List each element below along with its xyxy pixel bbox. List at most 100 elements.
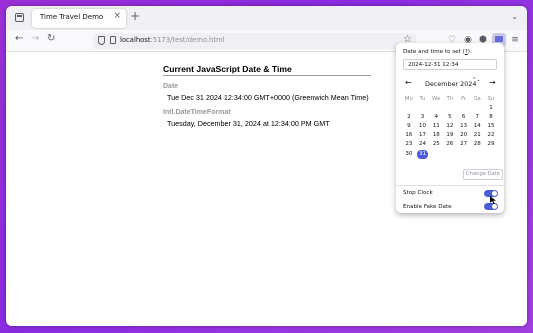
stop-clock-toggle[interactable] — [484, 190, 498, 197]
calendar-day-number: 21 — [473, 132, 481, 139]
calendar-day-number: 23 — [405, 141, 413, 148]
calendar-day-number: 5 — [448, 114, 452, 121]
calendar-day[interactable]: 20 — [457, 131, 471, 140]
calendar-day[interactable]: 5 — [443, 113, 457, 122]
year-spinner[interactable]: ⌃⌄ — [472, 78, 480, 83]
calendar-day[interactable]: 21 — [470, 131, 484, 140]
calendar-day[interactable]: 25 — [429, 140, 443, 149]
calendar-day[interactable]: 11 — [429, 122, 443, 131]
calendar-day-number: 12 — [446, 123, 454, 130]
url-path: :5173/test/demo.html — [150, 36, 225, 44]
calendar-grid: Mo Tu We Th Fr Sa Su 1 2 3 4 5 6 7 8 9 10 11 12 13 14 15 16 17 1… — [402, 95, 498, 159]
calendar-day[interactable]: 22 — [484, 131, 498, 140]
calendar-weekday-row: Mo Tu We Th Fr Sa Su — [402, 95, 498, 104]
calendar-day[interactable]: 26 — [443, 140, 457, 149]
calendar-day[interactable]: 7 — [470, 113, 484, 122]
calendar-weekday: Su — [487, 96, 495, 102]
toggle-knob — [492, 204, 497, 209]
page-title: Current JavaScript Date & Time — [163, 64, 371, 76]
calendar-weekday: Mo — [404, 96, 413, 102]
calendar-day-selected[interactable]: 31 — [416, 149, 430, 159]
firefox-view-icon[interactable] — [15, 13, 24, 22]
calendar-day[interactable]: 12 — [443, 122, 457, 131]
tab-time-travel-demo[interactable]: Time Travel Demo × — [32, 9, 126, 28]
calendar-weekday: Tu — [419, 96, 426, 102]
url-text[interactable]: localhost:5173/test/demo.html — [120, 36, 225, 44]
calendar-day-number: 20 — [460, 132, 468, 139]
calendar-day-number: 17 — [419, 132, 427, 139]
new-tab-button[interactable]: + — [130, 10, 140, 22]
calendar-day[interactable]: 4 — [429, 113, 443, 122]
calendar-empty-cell — [457, 150, 471, 159]
calendar-week-row: 16 17 18 19 20 21 22 — [402, 131, 498, 140]
calendar-day-number: 28 — [473, 141, 481, 148]
datetime-input[interactable]: 2024-12-31 12:34 — [403, 59, 497, 70]
url-bar[interactable]: localhost:5173/test/demo.html ☆ — [93, 33, 416, 49]
calendar-day[interactable]: 9 — [402, 122, 416, 131]
calendar-day-number: 18 — [432, 132, 440, 139]
calendar-week-row: 2 3 4 5 6 7 8 — [402, 113, 498, 122]
calendar-day[interactable]: 24 — [416, 140, 430, 149]
calendar-weekday: We — [431, 96, 441, 102]
calendar-month-label: December 2024 — [425, 80, 477, 88]
calendar-day-number: 7 — [475, 114, 480, 121]
calendar-day[interactable]: 1 — [484, 104, 498, 113]
time-travel-extension-icon — [495, 36, 503, 42]
calendar-day[interactable]: 17 — [416, 131, 430, 140]
previous-month-button[interactable]: ← — [405, 79, 412, 87]
intl-label: Intl.DateTimeFormat — [163, 109, 231, 116]
calendar-day-number: 29 — [487, 141, 495, 148]
calendar-day[interactable]: 14 — [470, 122, 484, 131]
calendar-empty-cell — [457, 104, 471, 113]
calendar-empty-cell — [443, 104, 457, 113]
calendar-day[interactable]: 29 — [484, 140, 498, 149]
calendar-day-number: 15 — [487, 123, 495, 130]
calendar-day[interactable]: 8 — [484, 113, 498, 122]
calendar-day-number: 25 — [432, 141, 440, 148]
stop-clock-label: Stop Clock — [403, 190, 433, 196]
chevron-down-icon[interactable]: ⌄ — [511, 12, 518, 21]
date-value: Tue Dec 31 2024 12:34:00 GMT+0000 (Green… — [167, 93, 369, 102]
next-month-button[interactable]: → — [489, 79, 496, 87]
calendar-day[interactable]: 3 — [416, 113, 430, 122]
change-date-button[interactable]: Change Date — [463, 169, 503, 180]
calendar-day[interactable]: 18 — [429, 131, 443, 140]
page-icon[interactable] — [110, 36, 116, 44]
tab-title: Time Travel Demo — [40, 13, 104, 21]
toggle-knob — [492, 191, 497, 196]
calendar-day-number: 22 — [487, 132, 495, 139]
shield-icon[interactable] — [98, 36, 105, 45]
browser-window: Time Travel Demo × + ⌄ ← → ↻ localhost:5… — [6, 6, 527, 326]
calendar-day-number: 4 — [434, 114, 438, 121]
calendar-day-number: 8 — [489, 114, 493, 121]
calendar-day[interactable]: 30 — [402, 150, 416, 159]
calendar-day[interactable]: 28 — [470, 140, 484, 149]
calendar-day[interactable]: 19 — [443, 131, 457, 140]
fake-date-toggle[interactable] — [484, 203, 498, 210]
calendar-day-number: 1 — [489, 105, 493, 112]
calendar-day-number: 31 — [419, 150, 427, 157]
calendar-day[interactable]: 23 — [402, 140, 416, 149]
calendar-day[interactable]: 2 — [402, 113, 416, 122]
calendar-week-row: 30 31 — [402, 149, 498, 159]
calendar-day-number: 11 — [432, 123, 440, 130]
fake-date-label: Enable Fake Date — [403, 204, 452, 210]
reload-button[interactable]: ↻ — [47, 34, 55, 44]
calendar-day-number: 24 — [419, 141, 427, 148]
calendar-day[interactable]: 13 — [457, 122, 471, 131]
calendar-day-number: 16 — [405, 132, 413, 139]
calendar-day-number: 26 — [446, 141, 454, 148]
calendar-day[interactable]: 6 — [457, 113, 471, 122]
date-label: Date — [163, 83, 179, 90]
calendar-day-number: 2 — [407, 114, 411, 121]
calendar-weekday: Th — [446, 96, 454, 102]
back-button[interactable]: ← — [15, 34, 23, 44]
calendar-day[interactable]: 15 — [484, 122, 498, 131]
calendar-day[interactable]: 10 — [416, 122, 430, 131]
menu-icon[interactable]: ≡ — [509, 34, 521, 46]
calendar-day[interactable]: 16 — [402, 131, 416, 140]
calendar-empty-cell — [416, 104, 430, 113]
calendar-day[interactable]: 27 — [457, 140, 471, 149]
forward-button[interactable]: → — [31, 34, 39, 44]
close-icon[interactable]: × — [113, 12, 121, 21]
